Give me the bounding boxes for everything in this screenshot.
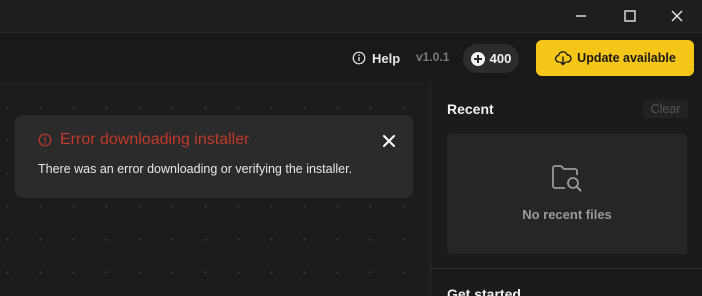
error-icon bbox=[38, 133, 52, 147]
version-label: v1.0.1 bbox=[416, 50, 450, 64]
error-message: There was an error downloading or verify… bbox=[38, 162, 353, 176]
update-button[interactable]: Update available bbox=[536, 40, 694, 76]
maximize-icon bbox=[624, 10, 636, 22]
recent-heading: Recent bbox=[447, 101, 494, 117]
minimize-icon bbox=[576, 15, 586, 17]
get-started-heading: Get started bbox=[447, 286, 521, 296]
close-icon bbox=[383, 135, 395, 147]
error-title-row: Error downloading installer bbox=[38, 131, 249, 149]
help-label: Help bbox=[372, 50, 401, 66]
folder-search-icon bbox=[552, 165, 582, 192]
plus-circle-icon bbox=[470, 51, 485, 66]
dismiss-error-button[interactable] bbox=[379, 131, 399, 151]
credits-count: 400 bbox=[489, 51, 512, 66]
info-icon bbox=[352, 51, 366, 65]
error-title: Error downloading installer bbox=[60, 131, 250, 148]
title-bar bbox=[0, 0, 702, 32]
app-header: Help v1.0.1 400 Update available bbox=[0, 32, 702, 81]
minimize-button[interactable] bbox=[558, 0, 604, 32]
clear-recent-button[interactable]: Clear bbox=[643, 99, 688, 118]
canvas-area: Error downloading installer There was an… bbox=[0, 81, 430, 296]
help-link[interactable]: Help bbox=[352, 49, 400, 67]
maximize-button[interactable] bbox=[607, 0, 653, 32]
cloud-download-icon bbox=[555, 51, 572, 66]
no-recent-files-label: No recent files bbox=[522, 207, 612, 222]
close-window-button[interactable] bbox=[654, 0, 700, 32]
error-notification: Error downloading installer There was an… bbox=[15, 115, 413, 198]
close-icon bbox=[671, 10, 683, 22]
recent-files-box: No recent files bbox=[447, 134, 687, 254]
credits-badge[interactable]: 400 bbox=[463, 44, 519, 73]
right-panel: Recent Clear No recent files Get started bbox=[430, 81, 702, 296]
update-label: Update available bbox=[577, 51, 676, 65]
divider bbox=[431, 268, 702, 269]
